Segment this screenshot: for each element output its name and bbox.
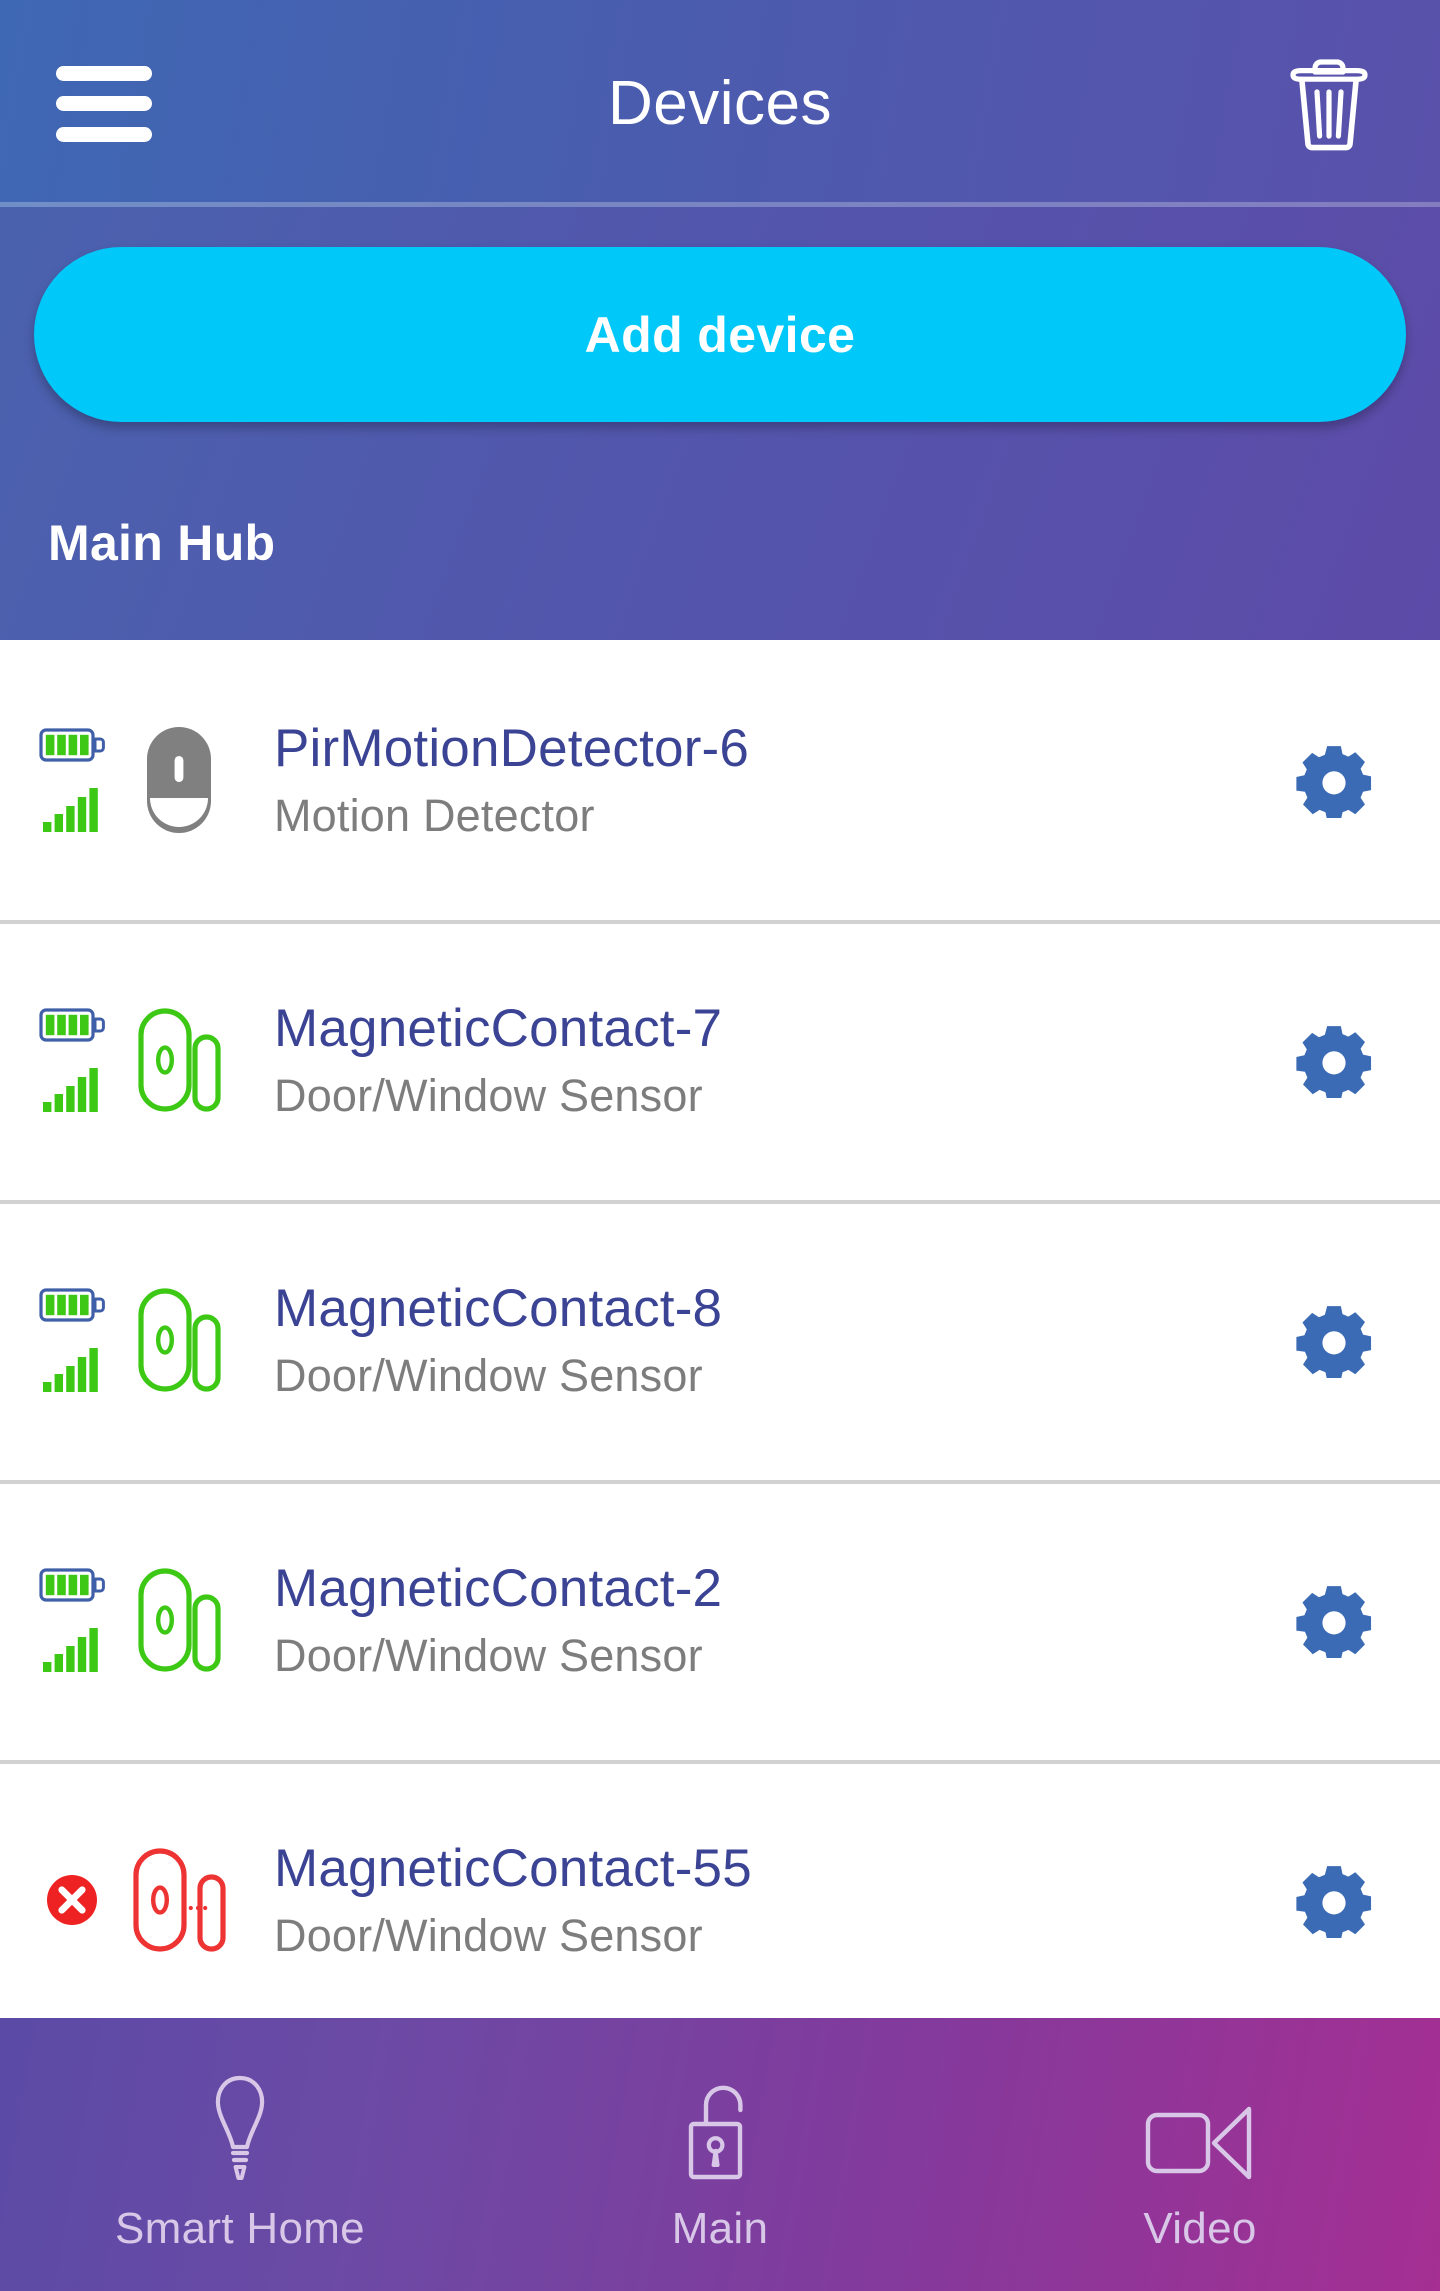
gear-icon xyxy=(1296,746,1372,818)
table-row[interactable]: MagneticContact-2 Door/Window Sensor xyxy=(0,1480,1440,1760)
lightbulb-icon-wrap xyxy=(200,2074,280,2182)
gear-icon xyxy=(1296,1586,1372,1658)
device-status-indicators xyxy=(34,1568,110,1672)
nav-label-video: Video xyxy=(1143,2203,1257,2253)
padlock-icon-wrap xyxy=(680,2074,760,2182)
hamburger-bar xyxy=(56,96,152,111)
device-status-indicators xyxy=(34,1008,110,1112)
signal-strength-icon xyxy=(43,1628,98,1672)
device-info: MagneticContact-8 Door/Window Sensor xyxy=(234,1278,1274,1402)
battery-icon xyxy=(39,1568,105,1602)
video-camera-icon-wrap xyxy=(1145,2074,1255,2182)
hub-section-title: Main Hub xyxy=(48,515,276,571)
device-info: MagneticContact-55 Door/Window Sensor xyxy=(234,1838,1274,1962)
app-root: Devices Add device Main Hub PirMotionDet… xyxy=(0,0,1440,2291)
device-type-icon-wrap xyxy=(124,1847,234,1953)
device-name: MagneticContact-8 xyxy=(274,1278,723,1338)
bottom-navigation: Smart Home Main Video xyxy=(0,2018,1440,2291)
magnetic-contact-icon xyxy=(138,1288,221,1392)
device-settings-button[interactable] xyxy=(1274,1022,1394,1098)
table-row[interactable]: PirMotionDetector-6 Motion Detector xyxy=(0,640,1440,920)
nav-item-main[interactable]: Main xyxy=(480,2018,960,2291)
gear-icon xyxy=(1296,1306,1372,1378)
signal-strength-icon xyxy=(43,1348,98,1392)
error-status-icon xyxy=(47,1875,97,1925)
device-type: Door/Window Sensor xyxy=(274,1910,703,1962)
table-row[interactable]: MagneticContact-55 Door/Window Sensor xyxy=(0,1760,1440,2018)
table-row[interactable]: MagneticContact-8 Door/Window Sensor xyxy=(0,1200,1440,1480)
device-info: MagneticContact-2 Door/Window Sensor xyxy=(234,1558,1274,1682)
battery-icon xyxy=(39,728,105,762)
add-device-button[interactable]: Add device xyxy=(34,247,1406,422)
device-settings-button[interactable] xyxy=(1274,742,1394,818)
unlocked-padlock-icon xyxy=(688,2085,743,2179)
magnetic-contact-icon xyxy=(138,1008,221,1112)
nav-label-main: Main xyxy=(671,2203,769,2253)
table-row[interactable]: MagneticContact-7 Door/Window Sensor xyxy=(0,920,1440,1200)
delete-button[interactable] xyxy=(1274,49,1384,159)
device-status-indicators xyxy=(34,1873,110,1927)
device-type-icon-wrap xyxy=(124,1007,234,1113)
device-type-icon-wrap xyxy=(124,1287,234,1393)
lightbulb-icon xyxy=(215,2075,265,2180)
gear-icon xyxy=(1296,1026,1372,1098)
device-type: Door/Window Sensor xyxy=(274,1350,703,1402)
nav-item-video[interactable]: Video xyxy=(960,2018,1440,2291)
device-list: PirMotionDetector-6 Motion Detector Magn… xyxy=(0,640,1440,2018)
device-name: MagneticContact-55 xyxy=(274,1838,752,1898)
device-settings-button[interactable] xyxy=(1274,1862,1394,1938)
nav-label-smart-home: Smart Home xyxy=(115,2203,365,2253)
device-type: Door/Window Sensor xyxy=(274,1630,703,1682)
video-camera-icon xyxy=(1145,2106,1252,2179)
battery-icon xyxy=(39,1008,105,1042)
signal-strength-icon xyxy=(43,1068,98,1112)
device-type: Door/Window Sensor xyxy=(274,1070,703,1122)
device-info: MagneticContact-7 Door/Window Sensor xyxy=(234,998,1274,1122)
device-name: MagneticContact-7 xyxy=(274,998,723,1058)
hamburger-bar xyxy=(56,65,152,81)
signal-strength-icon xyxy=(43,788,98,832)
page-title: Devices xyxy=(607,69,832,138)
gear-icon xyxy=(1296,1866,1372,1938)
device-type: Motion Detector xyxy=(274,790,595,842)
motion-detector-icon xyxy=(147,727,211,833)
device-name: PirMotionDetector-6 xyxy=(274,718,750,778)
trash-icon xyxy=(1290,58,1368,150)
device-type-icon-wrap xyxy=(124,1567,234,1673)
device-info: PirMotionDetector-6 Motion Detector xyxy=(234,718,1274,842)
add-device-section: Add device Main Hub xyxy=(0,207,1440,640)
nav-item-smart-home[interactable]: Smart Home xyxy=(0,2018,480,2291)
device-name: MagneticContact-2 xyxy=(274,1558,723,1618)
device-status-indicators xyxy=(34,1288,110,1392)
device-type-icon-wrap xyxy=(124,724,234,836)
device-settings-button[interactable] xyxy=(1274,1582,1394,1658)
device-status-indicators xyxy=(34,728,110,832)
hamburger-menu-icon[interactable] xyxy=(56,65,152,142)
magnetic-contact-icon xyxy=(138,1568,221,1672)
app-header: Devices xyxy=(0,0,1440,207)
hamburger-bar xyxy=(56,126,152,142)
device-settings-button[interactable] xyxy=(1274,1302,1394,1378)
magnetic-contact-offline-icon xyxy=(133,1848,226,1952)
battery-icon xyxy=(39,1288,105,1322)
